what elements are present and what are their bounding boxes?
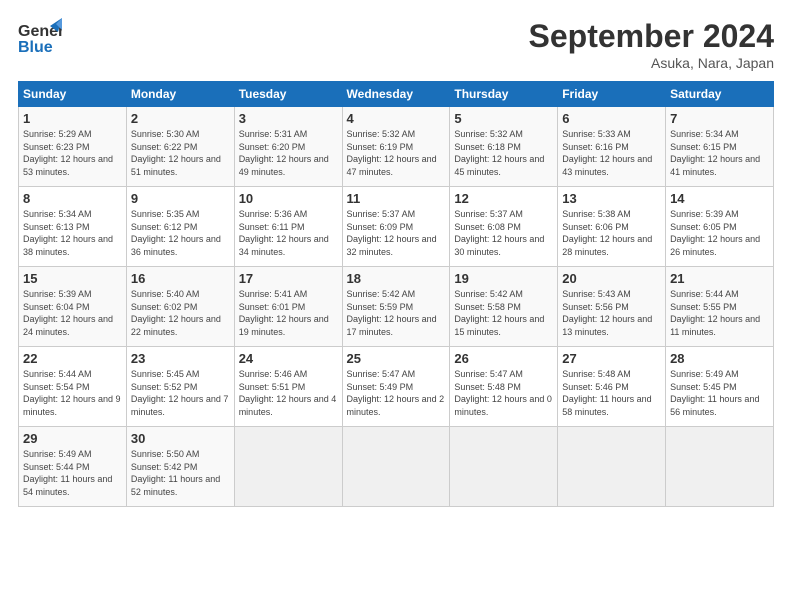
cell-empty <box>234 427 342 507</box>
cell-11: 11Sunrise: 5:37 AMSunset: 6:09 PMDayligh… <box>342 187 450 267</box>
col-friday: Friday <box>558 82 666 107</box>
cell-2: 2Sunrise: 5:30 AMSunset: 6:22 PMDaylight… <box>126 107 234 187</box>
cell-5: 5Sunrise: 5:32 AMSunset: 6:18 PMDaylight… <box>450 107 558 187</box>
logo: General Blue <box>18 18 62 58</box>
svg-text:Blue: Blue <box>18 39 53 56</box>
cell-17: 17Sunrise: 5:41 AMSunset: 6:01 PMDayligh… <box>234 267 342 347</box>
cell-10: 10Sunrise: 5:36 AMSunset: 6:11 PMDayligh… <box>234 187 342 267</box>
cell-14: 14Sunrise: 5:39 AMSunset: 6:05 PMDayligh… <box>666 187 774 267</box>
page: General Blue September 2024 Asuka, Nara,… <box>0 0 792 612</box>
header: General Blue September 2024 Asuka, Nara,… <box>18 18 774 71</box>
week-row-3: 22Sunrise: 5:44 AMSunset: 5:54 PMDayligh… <box>19 347 774 427</box>
cell-9: 9Sunrise: 5:35 AMSunset: 6:12 PMDaylight… <box>126 187 234 267</box>
cell-25: 25Sunrise: 5:47 AMSunset: 5:49 PMDayligh… <box>342 347 450 427</box>
cell-15: 15Sunrise: 5:39 AMSunset: 6:04 PMDayligh… <box>19 267 127 347</box>
week-row-2: 15Sunrise: 5:39 AMSunset: 6:04 PMDayligh… <box>19 267 774 347</box>
cell-19: 19Sunrise: 5:42 AMSunset: 5:58 PMDayligh… <box>450 267 558 347</box>
week-row-1: 8Sunrise: 5:34 AMSunset: 6:13 PMDaylight… <box>19 187 774 267</box>
cell-4: 4Sunrise: 5:32 AMSunset: 6:19 PMDaylight… <box>342 107 450 187</box>
calendar-table: Sunday Monday Tuesday Wednesday Thursday… <box>18 81 774 507</box>
cell-16: 16Sunrise: 5:40 AMSunset: 6:02 PMDayligh… <box>126 267 234 347</box>
cell-23: 23Sunrise: 5:45 AMSunset: 5:52 PMDayligh… <box>126 347 234 427</box>
month-title: September 2024 <box>529 18 774 55</box>
cell-12: 12Sunrise: 5:37 AMSunset: 6:08 PMDayligh… <box>450 187 558 267</box>
cell-18: 18Sunrise: 5:42 AMSunset: 5:59 PMDayligh… <box>342 267 450 347</box>
cell-6: 6Sunrise: 5:33 AMSunset: 6:16 PMDaylight… <box>558 107 666 187</box>
title-block: September 2024 Asuka, Nara, Japan <box>529 18 774 71</box>
col-tuesday: Tuesday <box>234 82 342 107</box>
header-row: Sunday Monday Tuesday Wednesday Thursday… <box>19 82 774 107</box>
cell-13: 13Sunrise: 5:38 AMSunset: 6:06 PMDayligh… <box>558 187 666 267</box>
cell-22: 22Sunrise: 5:44 AMSunset: 5:54 PMDayligh… <box>19 347 127 427</box>
cell-30: 30Sunrise: 5:50 AMSunset: 5:42 PMDayligh… <box>126 427 234 507</box>
cell-empty <box>558 427 666 507</box>
cell-21: 21Sunrise: 5:44 AMSunset: 5:55 PMDayligh… <box>666 267 774 347</box>
col-monday: Monday <box>126 82 234 107</box>
cell-7: 7Sunrise: 5:34 AMSunset: 6:15 PMDaylight… <box>666 107 774 187</box>
week-row-0: 1Sunrise: 5:29 AMSunset: 6:23 PMDaylight… <box>19 107 774 187</box>
col-saturday: Saturday <box>666 82 774 107</box>
cell-27: 27Sunrise: 5:48 AMSunset: 5:46 PMDayligh… <box>558 347 666 427</box>
cell-8: 8Sunrise: 5:34 AMSunset: 6:13 PMDaylight… <box>19 187 127 267</box>
cell-20: 20Sunrise: 5:43 AMSunset: 5:56 PMDayligh… <box>558 267 666 347</box>
cell-24: 24Sunrise: 5:46 AMSunset: 5:51 PMDayligh… <box>234 347 342 427</box>
cell-28: 28Sunrise: 5:49 AMSunset: 5:45 PMDayligh… <box>666 347 774 427</box>
cell-26: 26Sunrise: 5:47 AMSunset: 5:48 PMDayligh… <box>450 347 558 427</box>
week-row-4: 29Sunrise: 5:49 AMSunset: 5:44 PMDayligh… <box>19 427 774 507</box>
cell-1: 1Sunrise: 5:29 AMSunset: 6:23 PMDaylight… <box>19 107 127 187</box>
cell-empty <box>450 427 558 507</box>
logo-icon: General Blue <box>18 18 62 58</box>
col-wednesday: Wednesday <box>342 82 450 107</box>
location: Asuka, Nara, Japan <box>529 55 774 71</box>
cell-3: 3Sunrise: 5:31 AMSunset: 6:20 PMDaylight… <box>234 107 342 187</box>
cell-empty <box>666 427 774 507</box>
cell-29: 29Sunrise: 5:49 AMSunset: 5:44 PMDayligh… <box>19 427 127 507</box>
col-sunday: Sunday <box>19 82 127 107</box>
cell-empty <box>342 427 450 507</box>
col-thursday: Thursday <box>450 82 558 107</box>
